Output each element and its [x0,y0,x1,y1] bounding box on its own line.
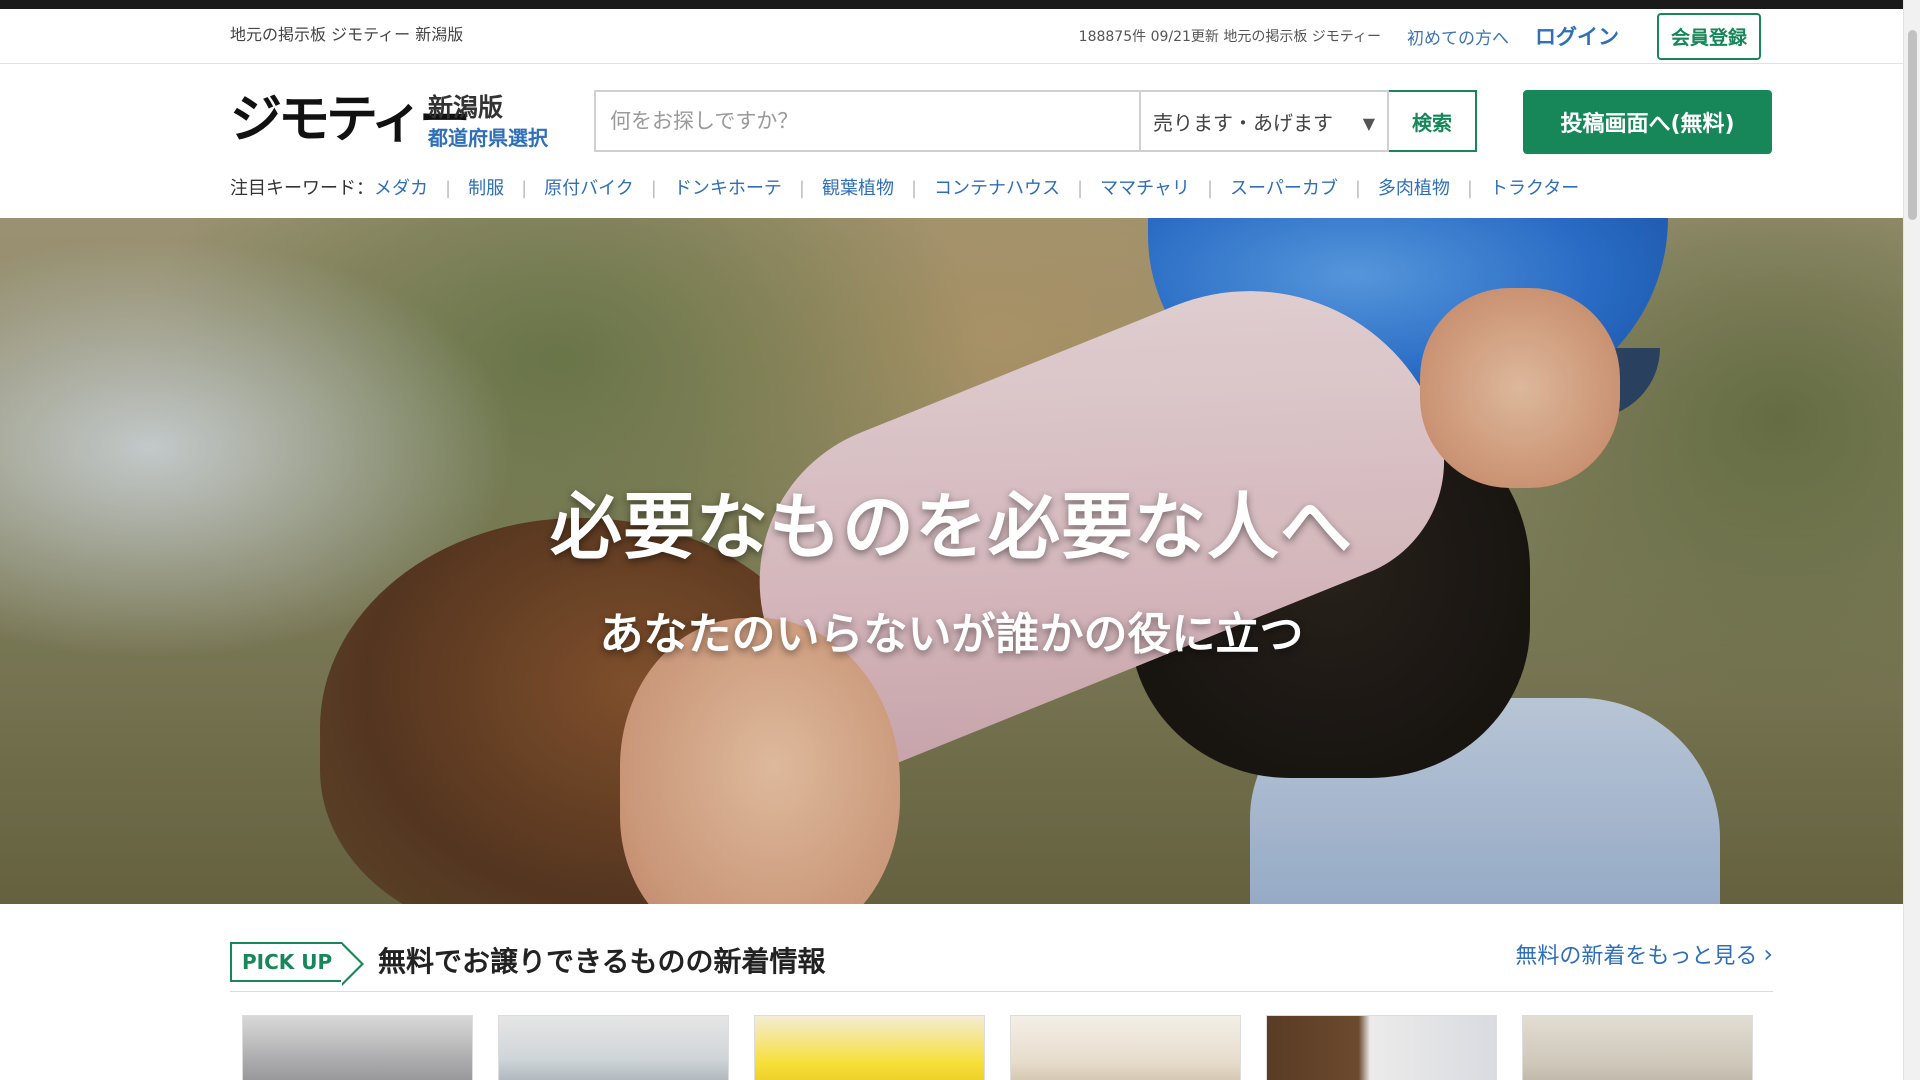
keyword-link[interactable]: ドンキホーテ [634,174,782,200]
trending-keywords: 注目キーワード： メダカ 制服 原付バイク ドンキホーテ 観葉植物 コンテナハウ… [230,174,1579,200]
hero-subtitle: あなたのいらないが誰かの役に立つ [599,609,1304,660]
search-input[interactable] [594,90,1139,152]
keywords-label: 注目キーワード： [230,178,374,199]
keyword-link[interactable]: メダカ [374,174,428,200]
keyword-link[interactable]: 多肉植物 [1338,174,1450,200]
page: 地元の掲示板 ジモティー 新潟版 188875件 09/21更新 地元の掲示板 … [0,0,1903,1080]
category-select[interactable]: 売ります・あげます ▼ [1139,90,1389,152]
item-thumbnail[interactable] [1522,1015,1753,1080]
pickup-section-header: PICK UP 無料でお譲りできるものの新着情報 無料の新着をもっと見る › [230,936,1773,992]
keyword-link[interactable]: トラクター [1450,174,1579,200]
item-thumbnail[interactable] [754,1015,985,1080]
pickup-badge: PICK UP [230,942,365,986]
region-name: 新潟版 [428,93,504,122]
post-button[interactable]: 投稿画面へ(無料) [1523,90,1772,154]
item-thumbnail[interactable] [498,1015,729,1080]
item-thumbnail[interactable] [1266,1015,1497,1080]
pickup-thumbnails [242,1015,1753,1080]
chevron-down-icon: ▼ [1362,114,1375,133]
search-bar: 売ります・あげます ▼ 検索 [594,90,1477,152]
region-select-link[interactable]: 都道府県選択 [428,122,548,151]
hero-banner: 必要なものを必要な人へ あなたのいらないが誰かの役に立つ [0,218,1903,904]
keyword-link[interactable]: 原付バイク [504,174,634,200]
first-time-link[interactable]: 初めての方へ [1407,24,1509,49]
pickup-title: 無料でお譲りできるものの新着情報 [378,945,826,978]
item-thumbnail[interactable] [242,1015,473,1080]
chevron-right-icon: › [1763,940,1773,968]
vertical-scrollbar[interactable] [1903,0,1920,1080]
more-free-items-link[interactable]: 無料の新着をもっと見る › [1515,938,1773,970]
more-free-items-label: 無料の新着をもっと見る [1515,944,1758,969]
site-label: 地元の掲示板 ジモティー 新潟版 [230,25,464,44]
register-button[interactable]: 会員登録 [1656,12,1761,60]
search-button[interactable]: 検索 [1387,90,1477,152]
item-thumbnail[interactable] [1010,1015,1241,1080]
login-link[interactable]: ログイン [1535,21,1619,51]
pickup-badge-label: PICK UP [242,950,333,974]
listing-stats: 188875件 09/21更新 地元の掲示板 ジモティー [1078,29,1381,45]
hero-title: 必要なものを必要な人へ [549,485,1353,569]
keyword-link[interactable]: 制服 [428,174,504,200]
keyword-link[interactable]: スーパーカブ [1190,174,1338,200]
header: ジモティー 新潟版 都道府県選択 売ります・あげます ▼ 検索 投稿画面へ(無料… [0,64,1903,218]
utility-bar: 地元の掲示板 ジモティー 新潟版 188875件 09/21更新 地元の掲示板 … [0,9,1903,64]
keyword-link[interactable]: コンテナハウス [894,174,1060,200]
scrollbar-thumb[interactable] [1908,30,1917,220]
utility-right: 188875件 09/21更新 地元の掲示板 ジモティー 初めての方へ ログイン… [1079,9,1761,63]
keyword-link[interactable]: ママチャリ [1060,174,1190,200]
keyword-link[interactable]: 観葉植物 [782,174,894,200]
category-select-value: 売ります・あげます [1153,110,1333,135]
